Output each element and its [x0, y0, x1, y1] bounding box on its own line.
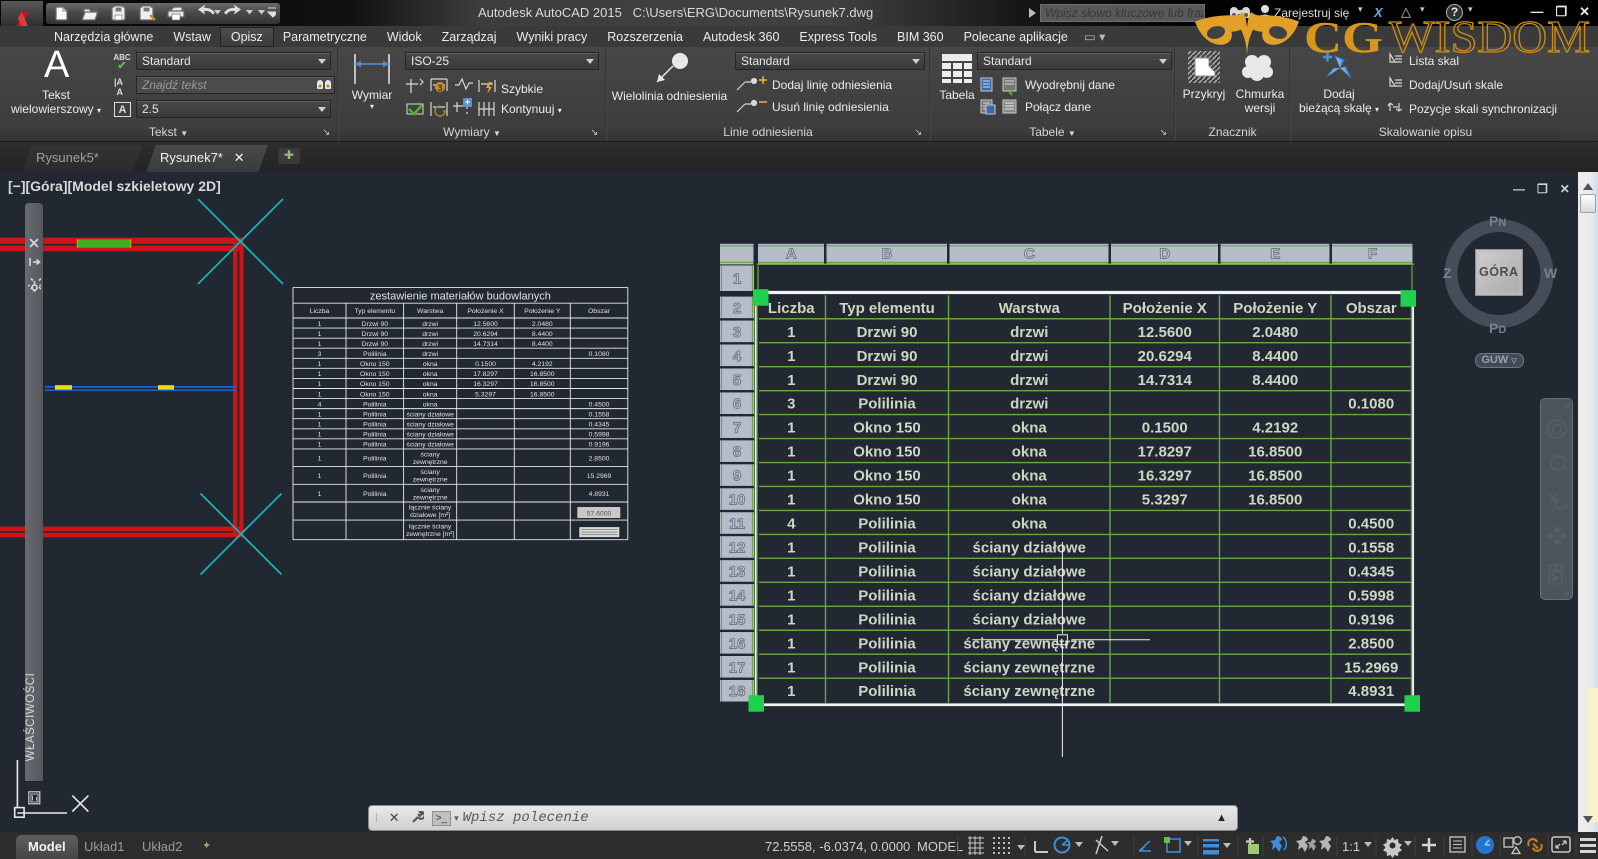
svg-text:C: C — [1024, 245, 1035, 262]
svg-text:Polilinia: Polilinia — [858, 396, 916, 413]
svg-text:1: 1 — [787, 444, 795, 461]
svg-text:11: 11 — [729, 516, 745, 533]
svg-text:0.9196: 0.9196 — [1348, 611, 1394, 628]
svg-text:1: 1 — [787, 683, 795, 700]
svg-text:1: 1 — [787, 635, 795, 652]
svg-text:4.8931: 4.8931 — [1348, 683, 1394, 700]
svg-text:20.6294: 20.6294 — [1138, 348, 1193, 365]
svg-text:16.8500: 16.8500 — [1248, 492, 1302, 509]
svg-text:Drzwi 90: Drzwi 90 — [857, 372, 918, 389]
svg-text:2.8500: 2.8500 — [1348, 635, 1394, 652]
svg-text:4: 4 — [733, 348, 742, 365]
svg-text:B: B — [882, 245, 893, 262]
svg-text:Położenie X: Położenie X — [1123, 300, 1207, 317]
svg-text:9: 9 — [733, 468, 741, 485]
svg-text:E: E — [1270, 245, 1280, 262]
svg-text:Okno 150: Okno 150 — [853, 420, 921, 437]
svg-text:1: 1 — [733, 271, 741, 288]
svg-text:12: 12 — [729, 539, 746, 556]
svg-text:Okno 150: Okno 150 — [853, 492, 921, 509]
svg-text:Okno 150: Okno 150 — [853, 444, 921, 461]
svg-text:Obszar: Obszar — [1346, 300, 1397, 317]
svg-text:0.4345: 0.4345 — [1348, 563, 1394, 580]
svg-text:15: 15 — [729, 611, 746, 628]
svg-text:D: D — [1159, 245, 1170, 262]
svg-text:okna: okna — [1012, 444, 1048, 461]
svg-text:4.2192: 4.2192 — [1252, 420, 1298, 437]
svg-text:drzwi: drzwi — [1010, 396, 1048, 413]
svg-text:1: 1 — [787, 324, 795, 341]
svg-text:3: 3 — [787, 396, 795, 413]
svg-text:3: 3 — [438, 83, 443, 93]
svg-text:10: 10 — [729, 492, 746, 509]
svg-text:1: 1 — [787, 420, 795, 437]
svg-text:Polilinia: Polilinia — [858, 611, 916, 628]
svg-text:13: 13 — [729, 563, 746, 580]
svg-text:6: 6 — [733, 396, 741, 413]
svg-text:drzwi: drzwi — [1010, 348, 1048, 365]
svg-text:A: A — [786, 245, 797, 262]
svg-text:1: 1 — [787, 468, 795, 485]
svg-text:1: 1 — [787, 348, 795, 365]
svg-text:8: 8 — [733, 444, 741, 461]
svg-text:12.5600: 12.5600 — [1138, 324, 1192, 341]
svg-text:Drzwi 90: Drzwi 90 — [857, 324, 918, 341]
svg-text:4: 4 — [787, 516, 796, 533]
svg-text:15.2969: 15.2969 — [1344, 659, 1398, 676]
svg-text:Polilinia: Polilinia — [858, 683, 916, 700]
svg-text:7: 7 — [733, 420, 741, 437]
svg-text:0.1500: 0.1500 — [1142, 420, 1188, 437]
svg-text:1: 1 — [787, 492, 795, 509]
svg-text:17: 17 — [729, 659, 746, 676]
svg-text:0.4500: 0.4500 — [1348, 516, 1394, 533]
svg-text:okna: okna — [1012, 468, 1048, 485]
svg-text:Polilinia: Polilinia — [858, 539, 916, 556]
svg-text:16.8500: 16.8500 — [1248, 468, 1302, 485]
svg-text:1: 1 — [787, 611, 795, 628]
svg-text:14.7314: 14.7314 — [1138, 372, 1193, 389]
svg-text:2: 2 — [733, 300, 741, 317]
svg-text:Polilinia: Polilinia — [858, 635, 916, 652]
svg-text:16.3297: 16.3297 — [1138, 468, 1192, 485]
svg-text:Typ elementu: Typ elementu — [839, 300, 935, 317]
svg-text:0.1080: 0.1080 — [1348, 396, 1394, 413]
svg-text:drzwi: drzwi — [1010, 372, 1048, 389]
svg-text:16.8500: 16.8500 — [1248, 444, 1302, 461]
svg-text:5.3297: 5.3297 — [1142, 492, 1188, 509]
svg-text:3: 3 — [733, 324, 741, 341]
svg-text:Polilinia: Polilinia — [858, 659, 916, 676]
svg-text:drzwi: drzwi — [1010, 324, 1048, 341]
svg-text:2.0480: 2.0480 — [1252, 324, 1298, 341]
svg-text:Polilinia: Polilinia — [858, 563, 916, 580]
svg-text:8.4400: 8.4400 — [1252, 348, 1298, 365]
svg-text:1: 1 — [787, 587, 795, 604]
svg-text:1: 1 — [787, 372, 795, 389]
svg-text:okna: okna — [1012, 492, 1048, 509]
svg-text:5: 5 — [733, 372, 741, 389]
svg-text:1: 1 — [787, 539, 795, 556]
svg-text:Polilinia: Polilinia — [858, 516, 916, 533]
svg-text:16: 16 — [729, 635, 746, 652]
svg-text:okna: okna — [1012, 420, 1048, 437]
svg-text:Polilinia: Polilinia — [858, 587, 916, 604]
svg-text:0.5998: 0.5998 — [1348, 587, 1394, 604]
svg-text:17.8297: 17.8297 — [1138, 444, 1192, 461]
svg-text:18: 18 — [729, 683, 746, 700]
svg-text:Liczba: Liczba — [768, 300, 815, 317]
svg-text:Drzwi 90: Drzwi 90 — [857, 348, 918, 365]
svg-text:Warstwa: Warstwa — [999, 300, 1061, 317]
svg-text:8.4400: 8.4400 — [1252, 372, 1298, 389]
svg-text:Okno 150: Okno 150 — [853, 468, 921, 485]
svg-text:Położenie Y: Położenie Y — [1233, 300, 1317, 317]
svg-text:0.1558: 0.1558 — [1348, 539, 1394, 556]
svg-text:1: 1 — [787, 563, 795, 580]
svg-text:1: 1 — [787, 659, 795, 676]
svg-text:okna: okna — [1012, 516, 1048, 533]
svg-text:14: 14 — [729, 587, 746, 604]
svg-text:F: F — [1368, 245, 1377, 262]
